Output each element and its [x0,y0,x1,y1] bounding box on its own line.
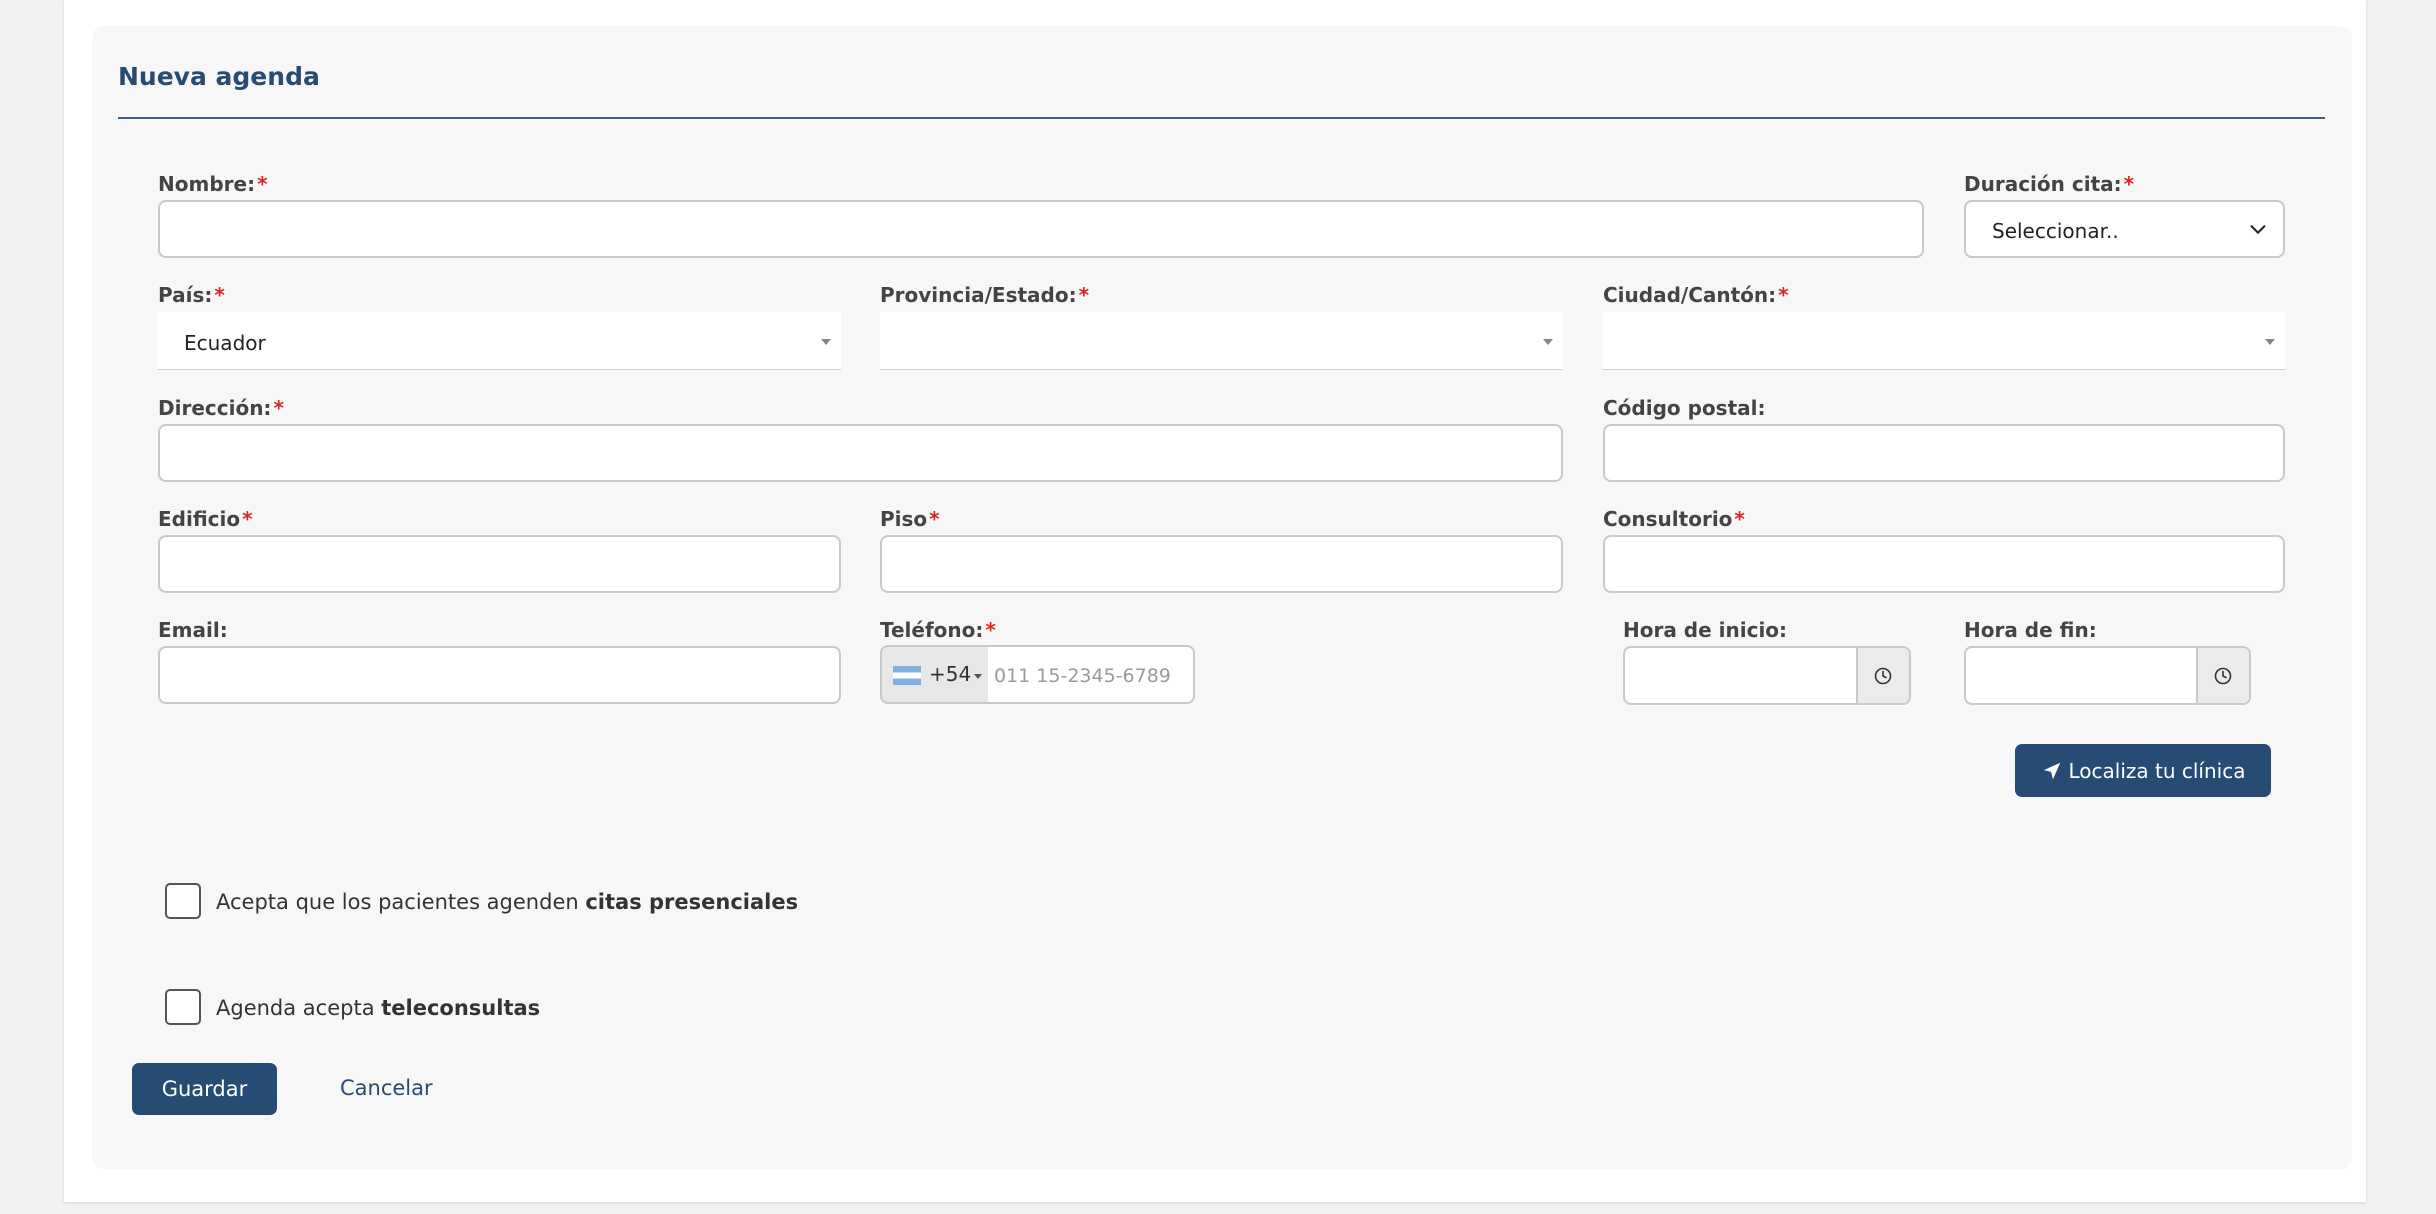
hora-fin-label: Hora de fin: [1964,618,2097,642]
telefono-field: +54 [880,645,1195,704]
pais-label: País: * [158,283,225,307]
presenciales-label: Acepta que los pacientes agenden citas p… [216,890,799,914]
duracion-label: Duración cita: * [1964,172,2135,196]
piso-label: Piso * [880,507,940,531]
required-mark: * [257,172,268,196]
edificio-input[interactable] [158,535,841,593]
caret-down-icon [1543,339,1553,345]
required-mark: * [1734,507,1745,531]
email-input[interactable] [158,646,841,704]
ciudad-label: Ciudad/Cantón: * [1603,283,1789,307]
form-title: Nueva agenda [118,62,320,91]
dial-code: +54 [929,662,972,686]
caret-down-icon [821,339,831,345]
hora-inicio-field[interactable] [1623,646,1911,705]
provincia-label: Provincia/Estado: * [880,283,1090,307]
title-divider [118,117,2325,119]
save-button[interactable]: Guardar [132,1063,277,1115]
ciudad-select[interactable] [1603,312,2285,370]
locate-clinic-label: Localiza tu clínica [2068,758,2246,783]
country-code-selector[interactable]: +54 [882,647,988,702]
nombre-label: Nombre: * [158,172,268,196]
required-mark: * [985,618,996,642]
hora-fin-field[interactable] [1964,646,2251,705]
edificio-label: Edificio * [158,507,253,531]
required-mark: * [242,507,253,531]
required-mark: * [1078,283,1090,307]
pais-selected-value: Ecuador [184,331,266,355]
hora-inicio-label: Hora de inicio: [1623,618,1788,642]
email-label: Email: [158,618,228,642]
telefono-input[interactable] [992,647,1193,702]
argentina-flag-icon [893,666,921,685]
piso-input[interactable] [880,535,1563,593]
clock-icon [2214,667,2232,685]
telefono-label: Teléfono: * [880,618,996,642]
duracion-selected-value: Seleccionar.. [1992,219,2119,243]
consultorio-input[interactable] [1603,535,2285,593]
caret-down-icon [974,674,982,679]
hora-fin-clock-button[interactable] [2196,648,2249,703]
location-arrow-icon [2043,762,2060,779]
locate-clinic-button[interactable]: Localiza tu clínica [2015,744,2271,797]
caret-down-icon [2265,339,2275,345]
codigo-postal-input[interactable] [1603,424,2285,482]
required-mark: * [1778,283,1789,307]
required-mark: * [273,396,284,420]
duracion-select[interactable]: Seleccionar.. [1964,200,2285,258]
teleconsultas-label: Agenda acepta teleconsultas [216,996,541,1020]
clock-icon [1874,667,1892,685]
codigo-postal-label: Código postal: [1603,396,1766,420]
direccion-input[interactable] [158,424,1563,482]
nombre-input[interactable] [158,200,1924,258]
required-mark: * [929,507,940,531]
provincia-select[interactable] [880,312,1563,370]
hora-inicio-clock-button[interactable] [1856,648,1909,703]
direccion-label: Dirección: * [158,396,284,420]
cancel-link[interactable]: Cancelar [340,1076,433,1100]
chevron-down-icon [2250,225,2266,235]
presenciales-checkbox[interactable] [165,883,201,919]
consultorio-label: Consultorio * [1603,507,1745,531]
teleconsultas-checkbox[interactable] [165,989,201,1025]
pais-select[interactable]: Ecuador [158,312,841,370]
required-mark: * [214,283,225,307]
required-mark: * [2123,172,2135,196]
